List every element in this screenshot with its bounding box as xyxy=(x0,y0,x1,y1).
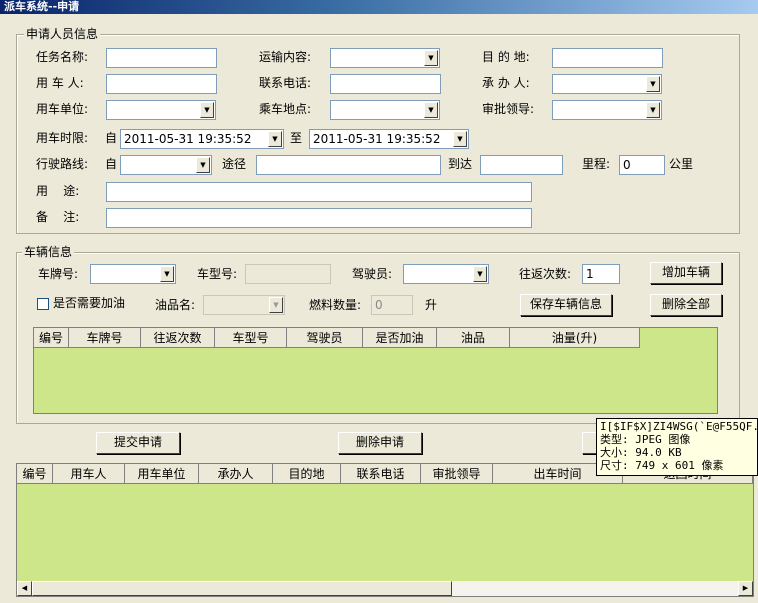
plate-select[interactable]: ▼ xyxy=(90,264,176,284)
route-from-select[interactable]: ▼ xyxy=(120,155,212,175)
driver-select[interactable]: ▼ xyxy=(403,264,489,284)
task-name-input[interactable] xyxy=(106,48,217,68)
unit-select[interactable]: ▼ xyxy=(106,100,216,120)
handler-label: 承 办 人: xyxy=(482,76,530,90)
need-fuel-label[interactable]: 是否需要加油 xyxy=(53,293,125,313)
delete-application-button[interactable]: 删除申请 xyxy=(338,432,422,454)
chevron-down-icon[interactable]: ▼ xyxy=(196,157,210,173)
arrive-label: 到达 xyxy=(448,157,473,171)
user-label: 用 车 人: xyxy=(36,76,84,90)
applications-col-header[interactable]: 用车单位 xyxy=(125,464,199,484)
vehicle-col-header[interactable]: 油量(升) xyxy=(510,328,640,348)
tooltip-dimensions: 尺寸: 749 x 601 像素 xyxy=(600,459,724,472)
time-to-label: 至 xyxy=(290,131,303,145)
transport-content-label: 运输内容: xyxy=(259,50,312,64)
scroll-right-icon[interactable]: ▶ xyxy=(738,581,753,596)
applications-col-header[interactable]: 联系电话 xyxy=(341,464,421,484)
submit-application-button[interactable]: 提交申请 xyxy=(96,432,180,454)
mileage-input[interactable]: 0 xyxy=(619,155,665,175)
vehicle-info-legend: 车辆信息 xyxy=(22,245,75,259)
fuel-unit: 升 xyxy=(425,298,438,312)
chevron-down-icon[interactable]: ▼ xyxy=(453,131,467,147)
chevron-down-icon[interactable]: ▼ xyxy=(268,131,282,147)
task-name-label: 任务名称: xyxy=(36,50,89,64)
fuel-name-label: 油品名: xyxy=(155,298,196,312)
chevron-down-icon[interactable]: ▼ xyxy=(646,102,660,118)
via-label: 途径 xyxy=(222,157,247,171)
chevron-down-icon[interactable]: ▼ xyxy=(160,266,174,282)
fuel-amount-label: 燃料数量: xyxy=(309,298,362,312)
scrollbar-track[interactable] xyxy=(452,581,738,596)
applicant-info-legend: 申请人员信息 xyxy=(24,27,101,41)
file-info-tooltip: I[$IF$X]ZI4WSG(`E@F55QF.jpg 类型: JPEG 图像 … xyxy=(596,418,758,476)
trips-input[interactable]: 1 xyxy=(582,264,620,284)
unit-label: 用车单位: xyxy=(36,102,89,116)
start-time-picker[interactable]: 2011-05-31 19:35:52 xyxy=(120,129,284,149)
end-time-picker[interactable]: 2011-05-31 19:35:52 xyxy=(309,129,469,149)
approver-label: 审批领导: xyxy=(482,102,535,116)
horizontal-scrollbar[interactable]: ◀ ▶ xyxy=(17,581,753,596)
delete-all-vehicles-button[interactable]: 删除全部 xyxy=(650,294,722,316)
applications-col-header[interactable]: 编号 xyxy=(17,464,53,484)
model-input xyxy=(245,264,331,284)
vehicle-grid[interactable]: 编号 车牌号 往返次数 车型号 驾驶员 是否加油 油品 油量(升) xyxy=(33,327,718,414)
remark-input[interactable] xyxy=(106,208,532,228)
contact-phone-label: 联系电话: xyxy=(259,76,312,90)
fuel-amount-input: 0 xyxy=(371,295,413,315)
applications-grid[interactable]: 编号 用车人 用车单位 承办人 目的地 联系电话 审批领导 出车时间 返回时间 … xyxy=(16,463,754,597)
transport-content-select[interactable]: ▼ xyxy=(330,48,440,68)
tooltip-type: 类型: JPEG 图像 xyxy=(600,433,691,446)
vehicle-col-header[interactable]: 油品 xyxy=(437,328,510,348)
driver-label: 驾驶员: xyxy=(352,267,393,281)
boarding-location-label: 乘车地点: xyxy=(259,102,312,116)
model-label: 车型号: xyxy=(197,267,238,281)
applications-col-header[interactable]: 目的地 xyxy=(273,464,341,484)
route-label: 行驶路线: xyxy=(36,157,89,171)
chevron-down-icon[interactable]: ▼ xyxy=(473,266,487,282)
scroll-left-icon[interactable]: ◀ xyxy=(17,581,32,596)
handler-select[interactable]: ▼ xyxy=(552,74,662,94)
purpose-input[interactable] xyxy=(106,182,532,202)
chevron-down-icon[interactable]: ▼ xyxy=(200,102,214,118)
via-input[interactable] xyxy=(256,155,441,175)
vehicle-col-header[interactable]: 是否加油 xyxy=(363,328,437,348)
plate-label: 车牌号: xyxy=(38,267,79,281)
vehicle-col-header[interactable]: 往返次数 xyxy=(141,328,215,348)
need-fuel-checkbox[interactable] xyxy=(37,298,49,310)
contact-phone-input[interactable] xyxy=(330,74,441,94)
destination-label: 目 的 地: xyxy=(482,50,530,64)
window-title: 派车系统--申请 xyxy=(0,0,758,14)
applications-col-header[interactable]: 审批领导 xyxy=(421,464,493,484)
add-vehicle-button[interactable]: 增加车辆 xyxy=(650,262,722,284)
tooltip-filename: I[$IF$X]ZI4WSG(`E@F55QF.jpg xyxy=(600,420,757,433)
vehicle-col-header[interactable]: 车型号 xyxy=(215,328,287,348)
save-vehicle-button[interactable]: 保存车辆信息 xyxy=(520,294,612,316)
vehicle-col-header[interactable]: 驾驶员 xyxy=(287,328,363,348)
destination-input[interactable] xyxy=(552,48,663,68)
chevron-down-icon[interactable]: ▼ xyxy=(424,102,438,118)
vehicle-col-header[interactable]: 车牌号 xyxy=(69,328,141,348)
tooltip-size: 大小: 94.0 KB xyxy=(600,446,682,459)
chevron-down-icon: ▼ xyxy=(269,297,283,313)
scrollbar-thumb[interactable] xyxy=(32,581,452,596)
applications-col-header[interactable]: 用车人 xyxy=(53,464,125,484)
mileage-unit: 公里 xyxy=(669,157,694,171)
time-from-label: 自 xyxy=(105,131,118,145)
purpose-label: 用 途: xyxy=(36,184,80,198)
route-from-label: 自 xyxy=(105,157,118,171)
user-input[interactable] xyxy=(106,74,217,94)
applications-col-header[interactable]: 承办人 xyxy=(199,464,273,484)
vehicle-col-header[interactable]: 编号 xyxy=(34,328,69,348)
mileage-label: 里程: xyxy=(582,157,611,171)
remark-label: 备 注: xyxy=(36,210,80,224)
trips-label: 往返次数: xyxy=(519,267,572,281)
boarding-location-select[interactable]: ▼ xyxy=(330,100,440,120)
fuel-name-select: ▼ xyxy=(203,295,285,315)
arrive-input[interactable] xyxy=(480,155,563,175)
time-limit-label: 用车时限: xyxy=(36,131,89,145)
approver-select[interactable]: ▼ xyxy=(552,100,662,120)
chevron-down-icon[interactable]: ▼ xyxy=(424,50,438,66)
chevron-down-icon[interactable]: ▼ xyxy=(646,76,660,92)
